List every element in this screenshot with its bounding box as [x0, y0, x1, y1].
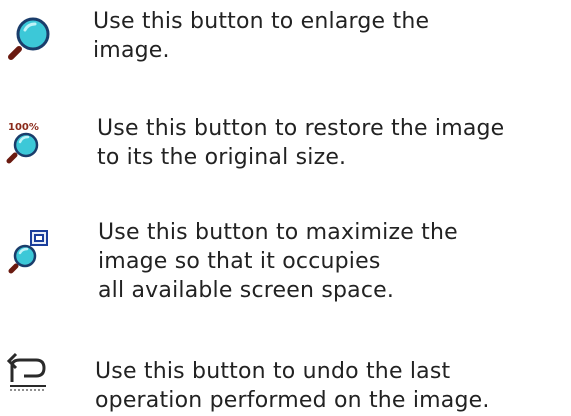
help-text-line: Use this button to maximize the [98, 220, 458, 245]
help-text-line: Use this button to restore the image [97, 116, 505, 141]
help-text-line: image so that it occupies [98, 249, 381, 274]
magnifier-zoom-in-icon [8, 17, 50, 60]
undo-arrow-icon [6, 352, 46, 391]
help-text-enlarge: Use this button to enlarge the image. [93, 7, 429, 65]
help-text-restore: Use this button to restore the image to … [97, 114, 504, 172]
help-text-line: all available screen space. [98, 278, 395, 303]
help-text-undo: Use this button to undo the last operati… [95, 357, 490, 415]
help-text-line: image. [93, 38, 170, 63]
help-text-line: Use this button to enlarge the [93, 9, 430, 34]
magnifier-maximize-icon [8, 230, 48, 274]
help-text-maximize: Use this button to maximize the image so… [98, 218, 458, 305]
percent-label: 100% [8, 122, 39, 133]
help-text-line: to its the original size. [97, 145, 347, 170]
help-text-line: Use this button to undo the last [95, 359, 451, 384]
magnifier-100-percent-icon: 100% [6, 122, 39, 164]
help-text-line: operation performed on the image. [95, 388, 490, 413]
